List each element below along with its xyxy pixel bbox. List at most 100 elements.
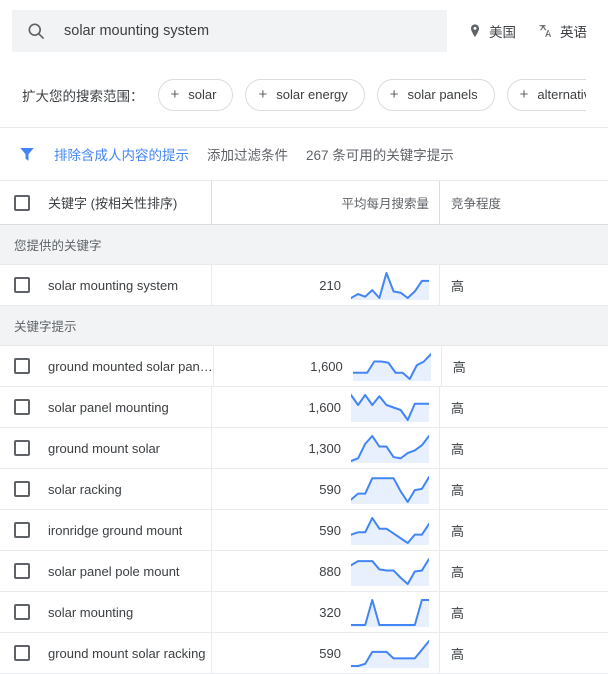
header-cell-keyword: 关键字 (按相关性排序) — [0, 181, 212, 224]
row-cell-volume: 1,600 — [212, 387, 440, 427]
table-row[interactable]: ground mount solar racking 590 高 — [0, 633, 608, 674]
volume-value: 1,600 — [308, 399, 341, 415]
competition-value: 高 — [451, 646, 465, 662]
competition-value: 高 — [451, 400, 465, 416]
row-cell-competition: 高 — [440, 428, 608, 468]
plus-icon: + — [170, 86, 180, 103]
volume-value: 320 — [319, 604, 341, 620]
keyword-text: solar racking — [48, 481, 122, 497]
row-checkbox[interactable] — [14, 440, 30, 456]
add-filter-button[interactable]: 添加过滤条件 — [207, 144, 288, 164]
keyword-text: ground mounted solar pan… — [48, 358, 213, 374]
expand-chip-list: + solar + solar energy + solar panels + … — [157, 78, 586, 111]
search-volume-sparkline — [351, 270, 429, 300]
filter-bar: 排除含成人内容的提示 添加过滤条件 267 条可用的关键字提示 — [0, 128, 608, 180]
row-cell-keyword: ground mounted solar pan… — [0, 346, 214, 386]
location-label: 美国 — [489, 25, 516, 40]
search-volume-sparkline — [351, 556, 429, 586]
table-group-header: 您提供的关键字 — [0, 225, 608, 265]
volume-value: 210 — [319, 277, 341, 293]
row-cell-keyword: solar racking — [0, 469, 212, 509]
table-row[interactable]: ironridge ground mount 590 高 — [0, 510, 608, 551]
expand-chip-label: solar panels — [407, 87, 478, 102]
keyword-text: solar mounting system — [48, 277, 179, 293]
table-row[interactable]: solar mounting system 210 高 — [0, 265, 608, 306]
results-count: 267 条可用的关键字提示 — [306, 148, 454, 163]
table-row[interactable]: ground mounted solar pan… 1,600 高 — [0, 346, 608, 387]
select-all-checkbox[interactable] — [14, 194, 30, 211]
location-pin-icon — [467, 23, 483, 39]
volume-value: 1,300 — [308, 440, 341, 456]
filter-funnel-icon[interactable] — [18, 145, 36, 163]
keyword-text: ground mount solar racking — [48, 645, 206, 661]
row-cell-competition: 高 — [440, 469, 608, 509]
row-checkbox[interactable] — [14, 399, 30, 415]
header-keyword-label: 关键字 (按相关性排序) — [48, 196, 178, 211]
row-checkbox[interactable] — [14, 358, 30, 374]
language-label: 英语 — [560, 25, 587, 40]
search-volume-sparkline — [351, 597, 429, 627]
search-volume-sparkline — [351, 638, 429, 668]
table-row[interactable]: solar mounting 320 高 — [0, 592, 608, 633]
active-filter-chip[interactable]: 排除含成人内容的提示 — [54, 144, 189, 164]
row-cell-volume: 590 — [212, 510, 440, 550]
row-checkbox[interactable] — [14, 604, 30, 620]
volume-value: 880 — [319, 563, 341, 579]
search-volume-sparkline — [352, 351, 431, 381]
volume-value: 1,600 — [310, 358, 343, 374]
table-header-row: 关键字 (按相关性排序) 平均每月搜索量 竞争程度 — [0, 181, 608, 225]
search-meta-group: 美国 英语 — [467, 21, 587, 41]
competition-value: 高 — [451, 605, 465, 621]
row-cell-keyword: solar panel mounting — [0, 387, 212, 427]
expand-chip[interactable]: + solar energy — [245, 78, 365, 111]
competition-value: 高 — [451, 482, 465, 498]
row-cell-keyword: ground mount solar — [0, 428, 212, 468]
row-checkbox[interactable] — [14, 645, 30, 661]
expand-chip[interactable]: + solar — [157, 78, 234, 111]
table-body: 您提供的关键字 solar mounting system 210 高关键字提示 gro… — [0, 225, 608, 674]
search-input[interactable] — [64, 23, 433, 39]
row-cell-competition: 高 — [440, 592, 608, 632]
expand-search-label: 扩大您的搜索范围： — [22, 88, 144, 104]
competition-value: 高 — [451, 564, 465, 580]
row-cell-volume: 590 — [212, 469, 440, 509]
translate-icon — [538, 23, 554, 39]
table-group-header: 关键字提示 — [0, 306, 608, 346]
row-checkbox[interactable] — [14, 563, 30, 579]
row-checkbox[interactable] — [14, 481, 30, 497]
row-checkbox[interactable] — [14, 522, 30, 538]
language-selector[interactable]: 英语 — [538, 21, 587, 41]
table-row[interactable]: solar panel mounting 1,600 高 — [0, 387, 608, 428]
competition-value: 高 — [451, 523, 465, 539]
keyword-table: 关键字 (按相关性排序) 平均每月搜索量 竞争程度 您提供的关键字 solar m… — [0, 180, 608, 674]
table-row[interactable]: ground mount solar 1,300 高 — [0, 428, 608, 469]
table-group-label: 关键字提示 — [14, 320, 77, 334]
table-row[interactable]: solar panel pole mount 880 高 — [0, 551, 608, 592]
expand-chip[interactable]: + alternative energy — [506, 78, 586, 111]
expand-search-row: 扩大您的搜索范围： + solar + solar energy + solar… — [0, 62, 608, 128]
competition-value: 高 — [452, 359, 466, 375]
search-box[interactable] — [12, 10, 447, 52]
row-cell-competition: 高 — [440, 633, 608, 673]
table-row[interactable]: solar racking 590 高 — [0, 469, 608, 510]
row-cell-volume: 1,600 — [214, 346, 442, 386]
expand-chip-label: solar — [188, 87, 217, 102]
plus-icon: + — [258, 86, 268, 103]
competition-value: 高 — [451, 278, 465, 294]
row-checkbox[interactable] — [14, 277, 30, 293]
row-cell-volume: 210 — [212, 265, 440, 305]
search-volume-sparkline — [351, 433, 429, 463]
keyword-text: ground mount solar — [48, 440, 161, 456]
location-selector[interactable]: 美国 — [467, 21, 516, 41]
row-cell-competition: 高 — [440, 265, 608, 305]
row-cell-competition: 高 — [442, 346, 608, 386]
search-volume-sparkline — [351, 515, 429, 545]
row-cell-volume: 880 — [212, 551, 440, 591]
expand-chip[interactable]: + solar panels — [376, 78, 495, 111]
row-cell-keyword: solar panel pole mount — [0, 551, 212, 591]
competition-value: 高 — [451, 441, 465, 457]
header-cell-competition: 竞争程度 — [440, 181, 608, 224]
row-cell-keyword: ironridge ground mount — [0, 510, 212, 550]
search-volume-sparkline — [351, 392, 429, 422]
keyword-text: solar panel mounting — [48, 399, 169, 415]
